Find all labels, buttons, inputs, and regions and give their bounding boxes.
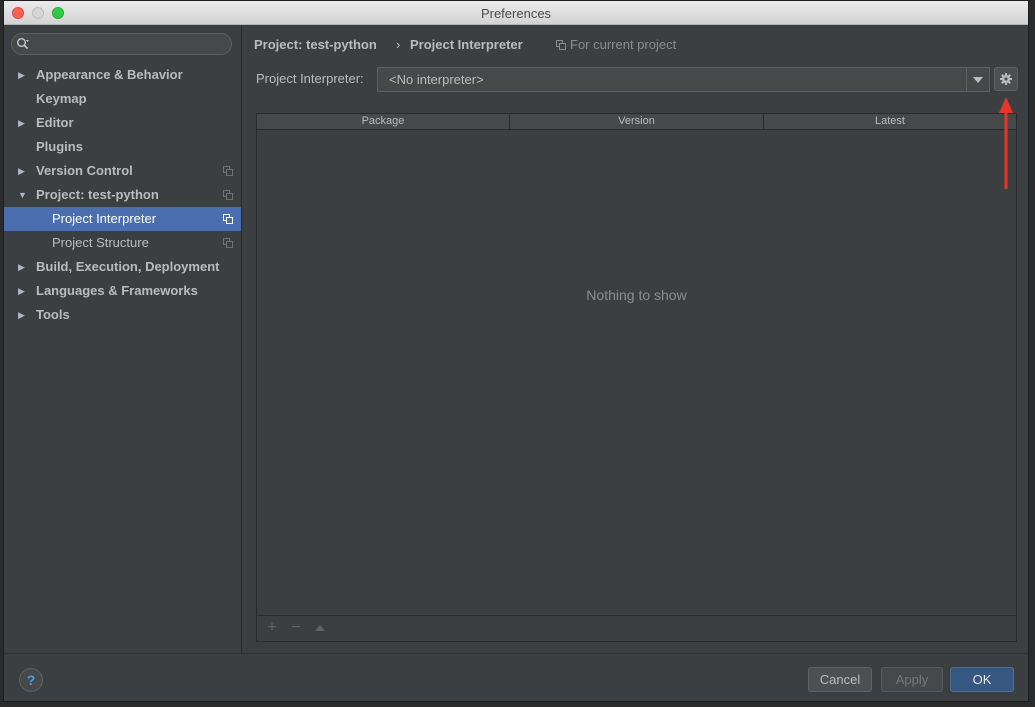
window-title: Preferences xyxy=(480,6,552,21)
column-header-package[interactable]: Package xyxy=(257,114,510,129)
sidebar-item-label: Project Interpreter xyxy=(52,211,157,226)
settings-tree: ▶ Appearance & Behavior Keymap ▶ Editor … xyxy=(4,63,241,327)
breadcrumb-separator: › xyxy=(396,37,401,52)
breadcrumb-current-page: Project Interpreter xyxy=(410,37,523,52)
expand-arrow-icon[interactable]: ▶ xyxy=(18,159,25,183)
sidebar-item-project[interactable]: ▼ Project: test-python xyxy=(4,183,241,207)
sidebar-item-label: Keymap xyxy=(36,91,87,106)
dialog-footer: ? Cancel Apply OK xyxy=(4,653,1028,701)
remove-package-icon[interactable]: − xyxy=(287,619,305,637)
project-scope-icon xyxy=(223,166,233,176)
packages-table: Package Version Latest Nothing to show +… xyxy=(256,113,1017,642)
red-arrow-annotation xyxy=(999,97,1013,189)
expand-arrow-icon[interactable]: ▶ xyxy=(18,303,25,327)
preferences-window: Preferences ▶ Appearance & Behavior Keym… xyxy=(3,0,1029,702)
breadcrumb-project[interactable]: Project: test-python xyxy=(254,37,377,52)
interpreter-select-value: <No interpreter> xyxy=(389,72,484,87)
scope-hint: For current project xyxy=(570,37,677,52)
expand-arrow-icon[interactable]: ▶ xyxy=(18,111,25,135)
settings-sidebar: ▶ Appearance & Behavior Keymap ▶ Editor … xyxy=(4,25,242,653)
gear-icon xyxy=(1000,73,1012,85)
search-icon[interactable] xyxy=(16,37,30,51)
sidebar-item-build-execution-deployment[interactable]: ▶ Build, Execution, Deployment xyxy=(4,255,241,279)
ok-button[interactable]: OK xyxy=(950,667,1014,692)
sidebar-item-plugins[interactable]: Plugins xyxy=(4,135,241,159)
sidebar-item-label: Plugins xyxy=(36,139,83,154)
chevron-down-icon[interactable] xyxy=(966,68,989,91)
empty-table-message: Nothing to show xyxy=(586,287,687,303)
project-scope-icon xyxy=(223,214,233,224)
project-scope-icon xyxy=(223,190,233,200)
sidebar-item-label: Appearance & Behavior xyxy=(36,67,183,82)
sidebar-item-label: Project Structure xyxy=(52,235,149,250)
interpreter-label: Project Interpreter: xyxy=(256,71,364,86)
sidebar-item-label: Build, Execution, Deployment xyxy=(36,259,220,274)
sidebar-item-label: Version Control xyxy=(36,163,133,178)
apply-button[interactable]: Apply xyxy=(881,667,943,692)
sidebar-item-keymap[interactable]: Keymap xyxy=(4,87,241,111)
column-header-latest[interactable]: Latest xyxy=(764,114,1016,129)
sidebar-item-editor[interactable]: ▶ Editor xyxy=(4,111,241,135)
title-bar: Preferences xyxy=(4,1,1028,25)
expand-arrow-icon[interactable]: ▶ xyxy=(18,63,25,87)
expand-arrow-icon[interactable]: ▶ xyxy=(18,279,25,303)
sidebar-item-label: Languages & Frameworks xyxy=(36,283,198,298)
collapse-arrow-icon[interactable]: ▼ xyxy=(18,183,27,207)
sidebar-item-label: Tools xyxy=(36,307,70,322)
sidebar-item-tools[interactable]: ▶ Tools xyxy=(4,303,241,327)
interpreter-settings-button[interactable] xyxy=(994,67,1018,91)
column-header-version[interactable]: Version xyxy=(510,114,764,129)
expand-arrow-icon[interactable]: ▶ xyxy=(18,255,25,279)
sidebar-item-languages-frameworks[interactable]: ▶ Languages & Frameworks xyxy=(4,279,241,303)
packages-toolbar: + − xyxy=(257,615,1016,641)
add-package-icon[interactable]: + xyxy=(263,619,281,637)
sidebar-item-version-control[interactable]: ▶ Version Control xyxy=(4,159,241,183)
table-header: Package Version Latest xyxy=(257,114,1016,130)
help-button[interactable]: ? xyxy=(19,668,43,692)
interpreter-select[interactable]: <No interpreter> xyxy=(377,67,990,92)
sidebar-item-project-structure[interactable]: Project Structure xyxy=(4,231,241,255)
sidebar-item-project-interpreter[interactable]: Project Interpreter xyxy=(4,207,241,231)
project-scope-icon xyxy=(556,40,566,50)
project-scope-icon xyxy=(223,238,233,248)
cancel-button[interactable]: Cancel xyxy=(808,667,872,692)
settings-search-input[interactable] xyxy=(11,33,232,55)
sidebar-item-appearance-behavior[interactable]: ▶ Appearance & Behavior xyxy=(4,63,241,87)
sidebar-item-label: Project: test-python xyxy=(36,187,159,202)
upgrade-package-icon[interactable] xyxy=(311,619,329,637)
sidebar-item-label: Editor xyxy=(36,115,74,130)
